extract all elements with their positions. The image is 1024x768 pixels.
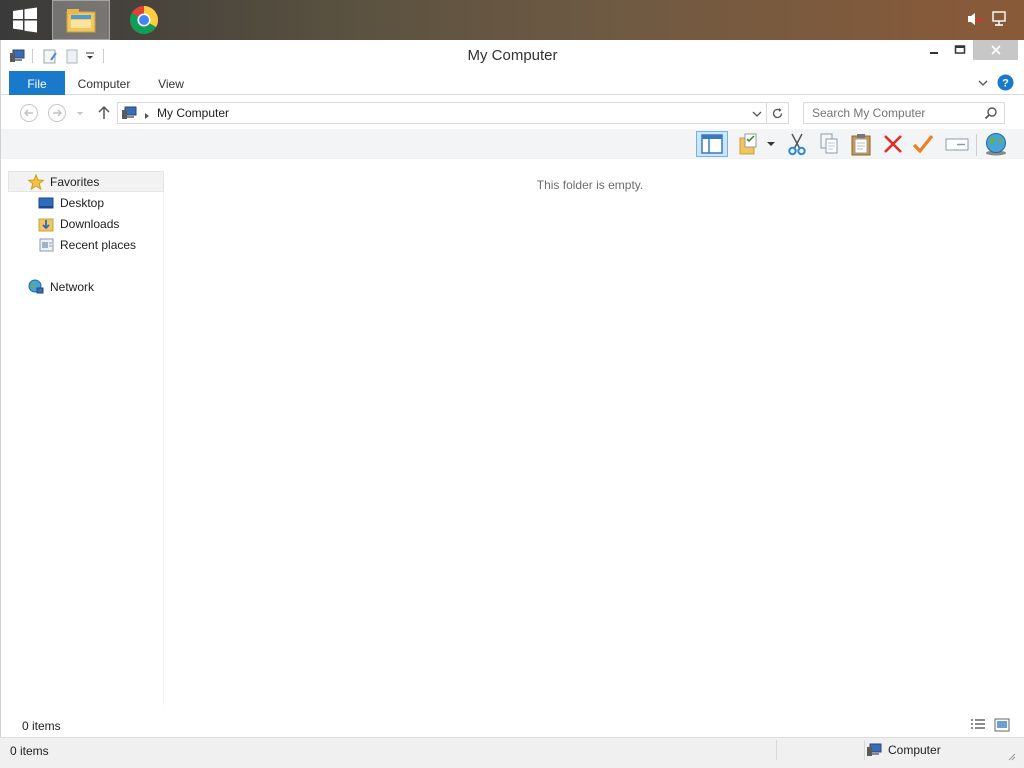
recent-places-icon	[39, 238, 54, 251]
toolbar-divider	[976, 134, 977, 156]
clipboard-icon	[851, 134, 871, 156]
ribbon-tabs: File Computer View ?	[1, 71, 1024, 95]
resize-grip-icon[interactable]	[1006, 750, 1016, 764]
rename-icon	[945, 138, 969, 151]
paste-button[interactable]	[847, 131, 875, 157]
scissors-icon	[788, 133, 806, 156]
nav-downloads-label: Downloads	[60, 216, 120, 231]
nav-network-label: Network	[50, 279, 95, 294]
preview-pane-button[interactable]	[696, 131, 728, 157]
title-bar[interactable]: My Computer	[1, 40, 1024, 71]
svg-text:?: ?	[1002, 78, 1009, 90]
nav-network[interactable]: Network	[28, 276, 94, 297]
help-icon[interactable]: ?	[997, 74, 1014, 94]
navigation-pane: Favorites Desktop Downloads Recent place…	[8, 171, 164, 705]
forward-button[interactable]	[47, 103, 67, 123]
close-icon	[990, 45, 1001, 55]
folder-options-dropdown[interactable]	[763, 131, 779, 157]
windows-logo-icon	[13, 7, 37, 33]
search-box[interactable]	[803, 102, 1005, 124]
network-icon[interactable]	[990, 10, 1008, 28]
checkmark-icon	[912, 135, 934, 154]
nav-favorites[interactable]: Favorites	[8, 171, 164, 192]
file-explorer-icon	[66, 9, 96, 33]
window-title: My Computer	[467, 47, 558, 64]
large-icons-view-button[interactable]	[994, 718, 1010, 735]
minimize-icon	[930, 52, 938, 54]
preview-pane-icon	[701, 134, 723, 154]
details-view-button[interactable]	[970, 718, 986, 735]
desktop-icon	[38, 197, 54, 208]
copy-button[interactable]	[815, 131, 843, 157]
minimize-button[interactable]	[921, 40, 947, 60]
up-arrow-icon	[98, 105, 110, 119]
check-button[interactable]	[909, 131, 937, 157]
nav-recent-places-label: Recent places	[60, 237, 137, 252]
command-toolbar	[1, 129, 1024, 159]
computer-icon	[867, 743, 882, 756]
nav-desktop[interactable]: Desktop	[38, 192, 104, 213]
tab-computer[interactable]: Computer	[73, 71, 135, 95]
empty-folder-message: This folder is empty.	[536, 178, 644, 192]
address-dropdown-icon[interactable]	[751, 108, 763, 123]
taskbar	[0, 0, 1024, 40]
start-button[interactable]	[0, 0, 50, 40]
network-globe-button[interactable]	[982, 131, 1010, 157]
chrome-icon	[130, 6, 158, 34]
taskbar-chrome[interactable]	[115, 0, 173, 40]
breadcrumb-chevron-icon[interactable]	[143, 109, 151, 123]
dropdown-arrow-icon	[767, 142, 775, 146]
refresh-button[interactable]	[767, 102, 789, 124]
taskbar-file-explorer[interactable]	[52, 0, 110, 40]
rename-button[interactable]	[943, 131, 971, 157]
bottom-status-bar: 0 items Computer	[0, 737, 1024, 768]
recent-locations-dropdown-icon[interactable]	[75, 108, 85, 118]
details-view-icon	[971, 719, 985, 729]
delete-button[interactable]	[879, 131, 907, 157]
maximize-icon	[954, 45, 966, 54]
nav-desktop-label: Desktop	[60, 195, 105, 210]
folder-checklist-icon	[739, 133, 757, 155]
status-location: Computer	[866, 742, 941, 758]
delete-x-icon	[884, 135, 902, 153]
maximize-button[interactable]	[947, 40, 973, 60]
folder-options-button[interactable]	[736, 131, 764, 157]
bottom-item-count: 0 items	[10, 744, 49, 758]
nav-recent-places[interactable]: Recent places	[38, 234, 136, 255]
network-globe-icon	[28, 279, 44, 293]
large-icons-view-icon	[994, 718, 1010, 732]
item-count: 0 items	[22, 719, 61, 733]
tab-file[interactable]: File	[9, 71, 65, 95]
search-icon[interactable]	[984, 106, 998, 123]
search-input[interactable]	[804, 103, 979, 123]
expand-ribbon-icon[interactable]	[977, 77, 989, 92]
refresh-icon	[772, 107, 783, 118]
computer-icon	[121, 105, 137, 124]
address-path[interactable]: My Computer	[157, 106, 229, 120]
status-bar: 0 items	[8, 715, 1018, 737]
globe-icon	[986, 133, 1006, 156]
volume-muted-icon[interactable]	[966, 10, 984, 28]
nav-favorites-label: Favorites	[50, 174, 100, 189]
downloads-icon	[38, 218, 54, 231]
status-location-label: Computer	[888, 743, 941, 757]
close-button[interactable]	[973, 40, 1018, 60]
copy-icon	[820, 133, 838, 154]
status-separator	[864, 740, 865, 760]
status-separator	[776, 740, 777, 760]
address-bar[interactable]: My Computer	[117, 102, 767, 124]
address-row: My Computer	[1, 95, 1024, 129]
back-button[interactable]	[19, 103, 39, 123]
up-button[interactable]	[94, 103, 114, 123]
back-arrow-icon	[20, 104, 38, 122]
nav-downloads[interactable]: Downloads	[38, 213, 119, 234]
tab-view[interactable]: View	[149, 71, 193, 95]
star-icon	[28, 173, 44, 190]
forward-arrow-icon	[48, 104, 66, 122]
cut-button[interactable]	[783, 131, 811, 157]
